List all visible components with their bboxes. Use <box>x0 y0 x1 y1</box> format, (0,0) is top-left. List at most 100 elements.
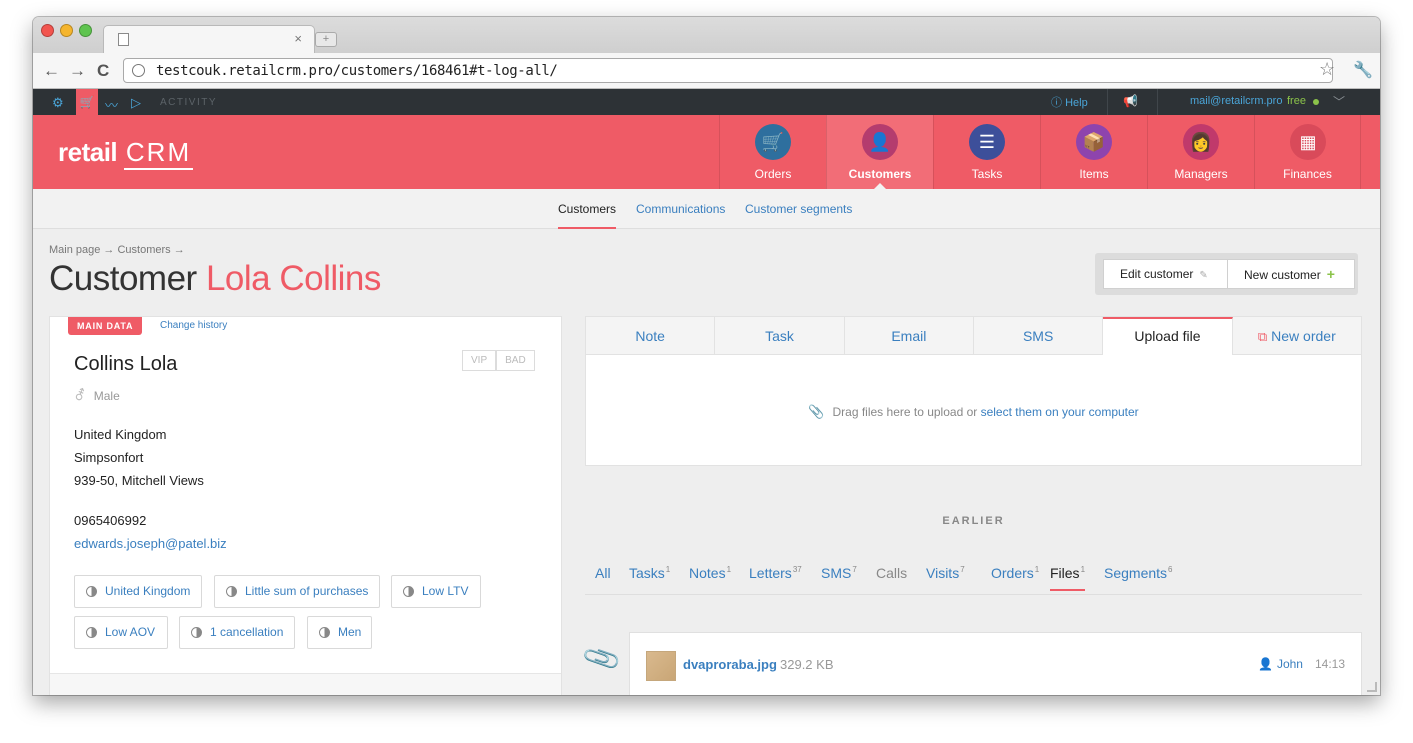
filter-files[interactable]: Files1 <box>1050 565 1086 591</box>
filter-label: Segments <box>1104 565 1168 581</box>
retailcrm-logo[interactable]: retail CRM <box>58 137 194 170</box>
tab-close-icon[interactable]: × <box>294 31 302 46</box>
edit-customer-button[interactable]: Edit customer ✎ <box>1103 259 1228 289</box>
segment-tag[interactable]: Little sum of purchases <box>214 575 380 608</box>
filter-count: 1 <box>665 565 671 575</box>
breadcrumb[interactable]: Main page → Customers → <box>49 244 185 256</box>
filter-orders[interactable]: Orders1 <box>991 565 1039 581</box>
file-size: 329.2 KB <box>780 657 834 672</box>
main-data-badge[interactable]: MAIN DATA <box>68 317 143 335</box>
cart-icon[interactable]: 🛒 <box>76 89 98 115</box>
wrench-icon[interactable]: 🔧 <box>1353 60 1373 80</box>
segment-label: 1 cancellation <box>210 625 284 639</box>
new-tab-button[interactable]: + <box>315 32 337 47</box>
gender: ⚦ Male <box>74 387 120 404</box>
play-icon[interactable]: ▷ <box>131 95 141 111</box>
filter-segments[interactable]: Segments6 <box>1104 565 1173 581</box>
new-customer-label: New customer <box>1244 268 1321 282</box>
change-history-link[interactable]: Change history <box>160 320 227 331</box>
subnav-customer-segments[interactable]: Customer segments <box>745 202 852 216</box>
user-email[interactable]: mail@retailcrm.pro <box>1190 95 1282 107</box>
segment-tag[interactable]: Low AOV <box>74 616 168 649</box>
tab-new-order[interactable]: ⧉ New order <box>1232 317 1361 355</box>
analytics-icon[interactable]: 〰 <box>105 95 118 114</box>
vip-button[interactable]: VIP <box>462 350 497 371</box>
reload-icon[interactable]: C <box>97 61 109 81</box>
back-icon[interactable]: ← <box>43 61 60 81</box>
segment-tag[interactable]: Men <box>307 616 372 649</box>
browser-tab[interactable]: × <box>103 25 315 53</box>
url-text: testcouk.retailcrm.pro/customers/168461#… <box>156 63 558 79</box>
chevron-down-icon[interactable]: ﹀ <box>1333 93 1345 110</box>
gear-icon[interactable]: ⚙ <box>52 95 64 111</box>
subnav-communications[interactable]: Communications <box>636 202 725 216</box>
vip-bad-toggle: VIP BAD <box>462 350 535 371</box>
module-orders[interactable]: 🛒 Orders <box>719 115 826 189</box>
filter-all[interactable]: All <box>595 565 611 581</box>
tab-upload-file[interactable]: Upload file <box>1103 317 1233 355</box>
new-customer-button[interactable]: New customer + <box>1227 259 1355 289</box>
select-files-link[interactable]: select them on your computer <box>981 405 1139 419</box>
address-bar[interactable]: testcouk.retailcrm.pro/customers/168461#… <box>123 58 1333 83</box>
email-link[interactable]: edwards.joseph@patel.biz <box>74 536 227 551</box>
filter-label: Visits <box>926 565 960 581</box>
help-link[interactable]: ⓘ Help <box>1051 94 1088 110</box>
bookmark-star-icon[interactable]: ☆ <box>1319 59 1335 80</box>
module-customers[interactable]: 👤 Customers <box>826 115 933 189</box>
resize-handle[interactable] <box>1367 682 1377 692</box>
header-buttons: Edit customer ✎ New customer + <box>1095 253 1358 295</box>
subnav-customers[interactable]: Customers <box>558 202 616 216</box>
finances-icon: ▦ <box>1290 124 1326 160</box>
filter-visits[interactable]: Visits7 <box>926 565 965 581</box>
zoom-window-button[interactable] <box>79 24 92 37</box>
filter-notes[interactable]: Notes1 <box>689 565 731 581</box>
forward-icon[interactable]: → <box>69 61 86 81</box>
customer-card: MAIN DATA Change history Collins Lola VI… <box>49 316 562 695</box>
filter-sms[interactable]: SMS7 <box>821 565 857 581</box>
segment-tag[interactable]: United Kingdom <box>74 575 202 608</box>
filter-calls[interactable]: Calls <box>876 565 907 581</box>
earlier-heading: EARLIER <box>942 515 1005 527</box>
module-tasks[interactable]: ☰ Tasks <box>933 115 1040 189</box>
module-managers[interactable]: 👩 Managers <box>1147 115 1254 189</box>
module-nav: 🛒 Orders 👤 Customers ☰ Tasks 📦 Items 👩 M… <box>719 115 1361 189</box>
history-filter-tabs: All Tasks1 Notes1 Letters37 SMS7 Calls V… <box>585 565 1362 595</box>
file-drop-zone[interactable]: 📎 Drag files here to upload or select the… <box>586 404 1361 420</box>
filter-label: Calls <box>876 565 908 581</box>
megaphone-icon[interactable]: 📢 <box>1123 94 1138 108</box>
segment-tag[interactable]: 1 cancellation <box>179 616 295 649</box>
filter-count: 1 <box>726 565 732 575</box>
module-items[interactable]: 📦 Items <box>1040 115 1147 189</box>
action-panel: Note Task Email SMS Upload file ⧉ New ord… <box>585 316 1362 466</box>
phone[interactable]: 0965406992 <box>74 513 146 528</box>
minimize-window-button[interactable] <box>60 24 73 37</box>
close-window-button[interactable] <box>41 24 54 37</box>
action-tabs: Note Task Email SMS Upload file ⧉ New ord… <box>586 317 1361 355</box>
file-thumbnail[interactable] <box>646 651 676 681</box>
tab-note[interactable]: Note <box>586 317 716 355</box>
filter-count: 1 <box>1080 565 1086 575</box>
tab-sms[interactable]: SMS <box>973 317 1104 355</box>
bad-button[interactable]: BAD <box>496 350 535 371</box>
filter-tasks[interactable]: Tasks1 <box>629 565 670 581</box>
file-name-link[interactable]: dvaproraba.jpg <box>683 657 777 672</box>
file-author[interactable]: 👤 John <box>1258 657 1303 671</box>
filter-count: 37 <box>792 565 802 575</box>
module-finances[interactable]: ▦ Finances <box>1254 115 1361 189</box>
crm-header: retail CRM 🛒 Orders 👤 Customers ☰ Tasks … <box>33 115 1380 189</box>
external-link-icon: ⧉ <box>1257 329 1268 344</box>
filter-letters[interactable]: Letters37 <box>749 565 802 581</box>
module-label: Customers <box>848 167 912 181</box>
tasks-icon: ☰ <box>969 124 1005 160</box>
title-prefix: Customer <box>49 259 197 298</box>
page-content: Main page → Customers → Customer Lola Co… <box>33 229 1380 695</box>
segment-tag[interactable]: Low LTV <box>391 575 481 608</box>
activity-label[interactable]: ACTIVITY <box>160 97 217 108</box>
cart-icon: 🛒 <box>755 124 791 160</box>
segment-label: Men <box>338 625 362 639</box>
tab-email[interactable]: Email <box>844 317 974 355</box>
active-underline <box>1050 589 1086 591</box>
tab-task[interactable]: Task <box>715 317 845 355</box>
user-icon: 👤 <box>1258 657 1273 671</box>
filter-label: SMS <box>821 565 852 581</box>
